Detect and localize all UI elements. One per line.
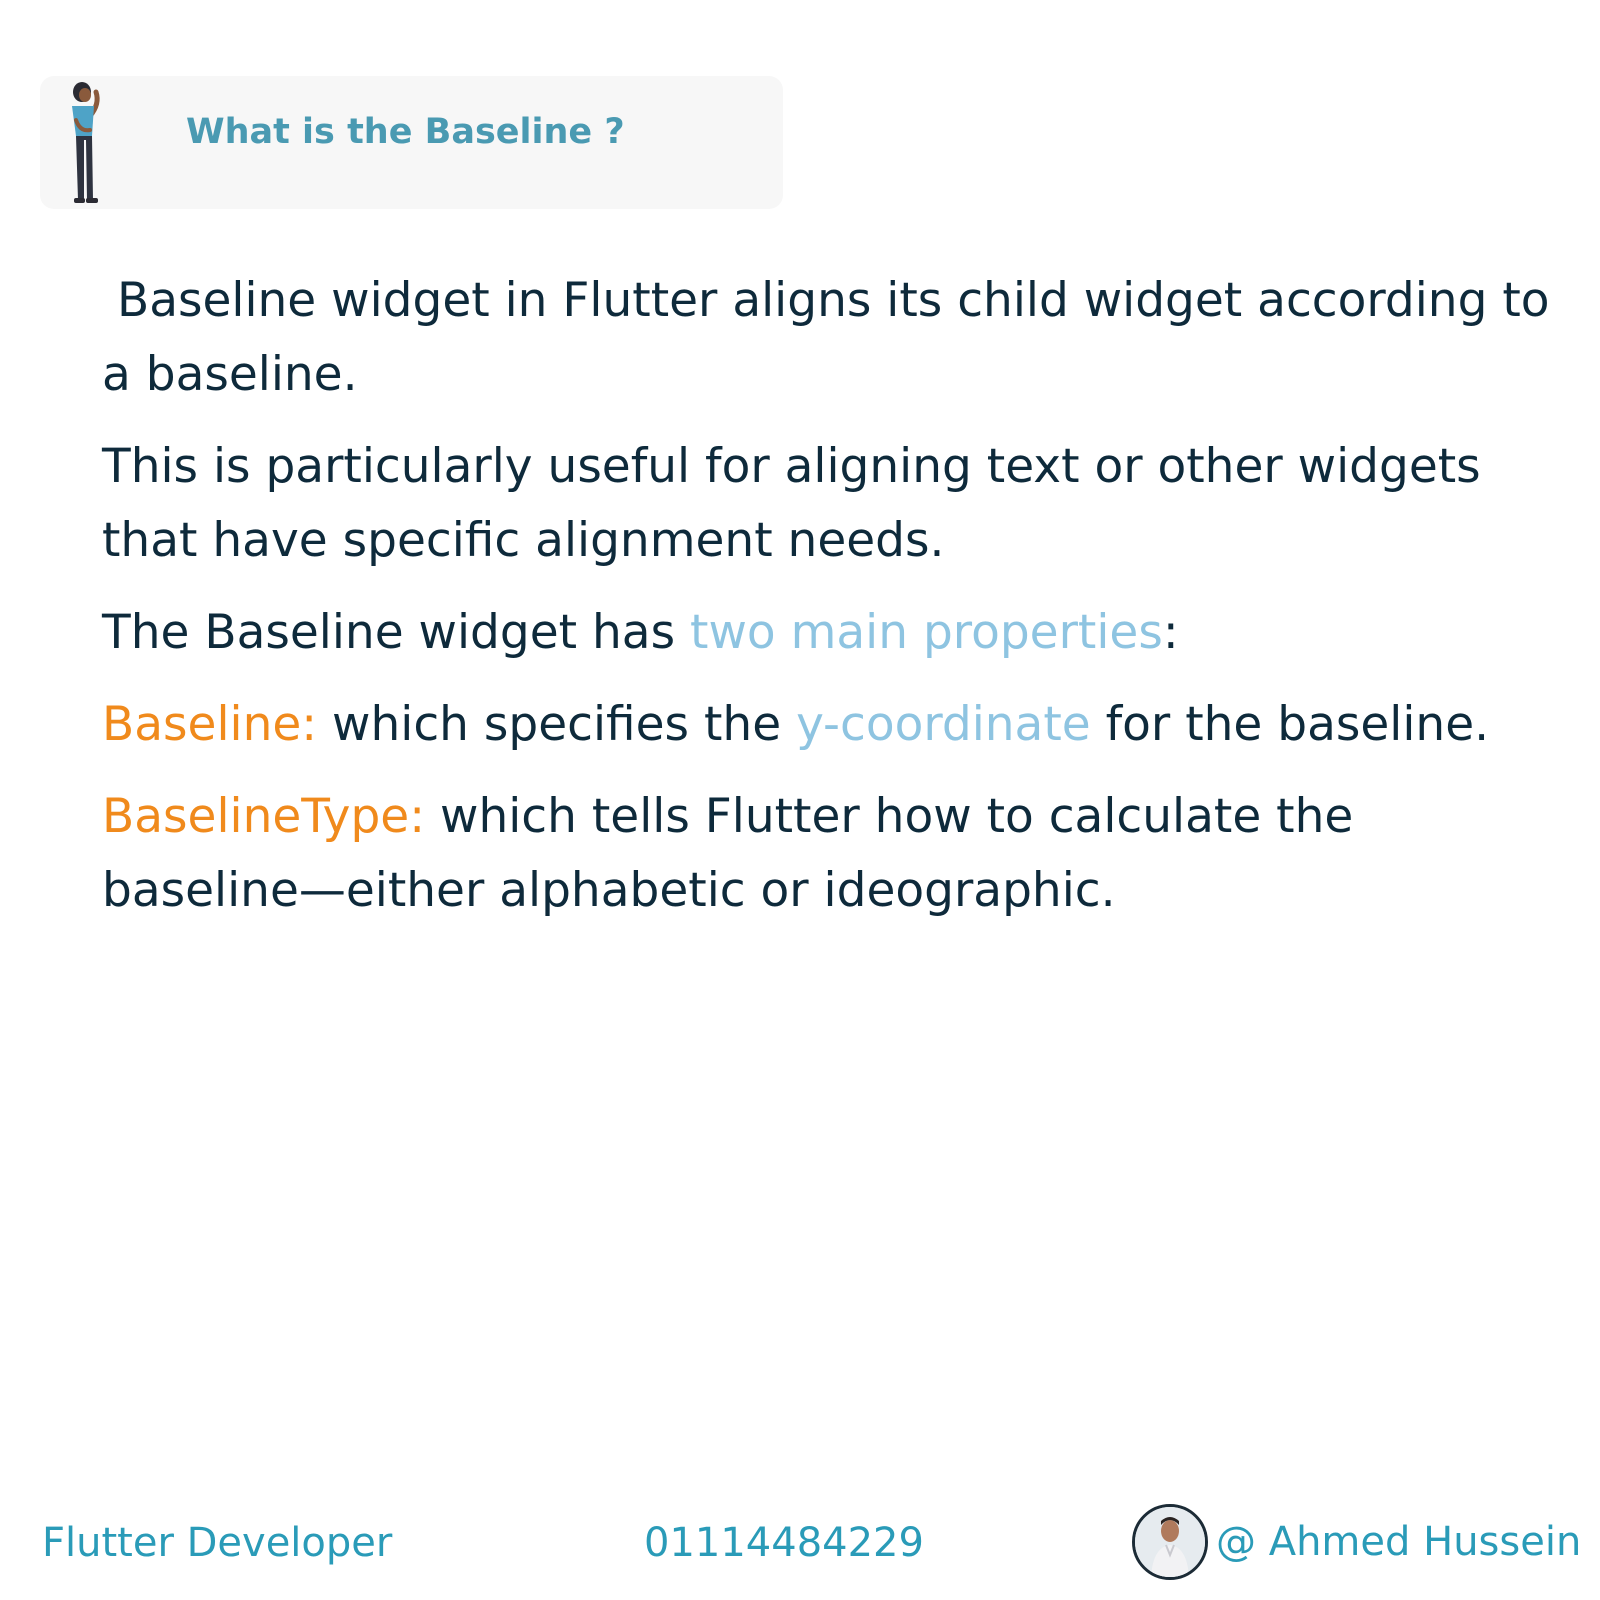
header-card: What is the Baseline ? (40, 76, 783, 209)
y-coordinate-highlight: y-coordinate (796, 697, 1091, 752)
author-handle: @ Ahmed Hussein (1216, 1519, 1582, 1565)
usefulness-text: This is particularly useful for aligning… (102, 439, 1481, 568)
avatar (1132, 1504, 1208, 1580)
baselinetype-keyword: BaselineType: (102, 789, 426, 844)
intro-text: Baseline widget in Flutter aligns its ch… (102, 273, 1550, 402)
footer-phone: 01114484229 (644, 1520, 924, 1566)
properties-text: The Baseline widget has (102, 605, 691, 660)
baseline-desc-start: which specifies the (317, 697, 797, 752)
baseline-keyword: Baseline: (102, 697, 318, 752)
paragraph-baseline-property: Baseline: which specifies the y-coordina… (102, 688, 1562, 762)
thinking-person-icon (72, 82, 100, 203)
paragraph-intro: Baseline widget in Flutter aligns its ch… (102, 264, 1562, 412)
avatar-person-icon (1135, 1507, 1205, 1577)
paragraph-usefulness: This is particularly useful for aligning… (102, 430, 1562, 578)
footer-author: @ Ahmed Hussein (1132, 1504, 1581, 1580)
baseline-desc-end: for the baseline. (1090, 697, 1490, 752)
paragraph-baselinetype-property: BaselineType: which tells Flutter how to… (102, 780, 1562, 928)
paragraph-properties: The Baseline widget has two main propert… (102, 596, 1562, 670)
properties-highlight: two main properties (690, 605, 1163, 660)
article-body: Baseline widget in Flutter aligns its ch… (102, 264, 1562, 946)
page-title: What is the Baseline ? (186, 112, 625, 152)
properties-colon: : (1162, 605, 1179, 660)
footer-role: Flutter Developer (42, 1520, 393, 1566)
